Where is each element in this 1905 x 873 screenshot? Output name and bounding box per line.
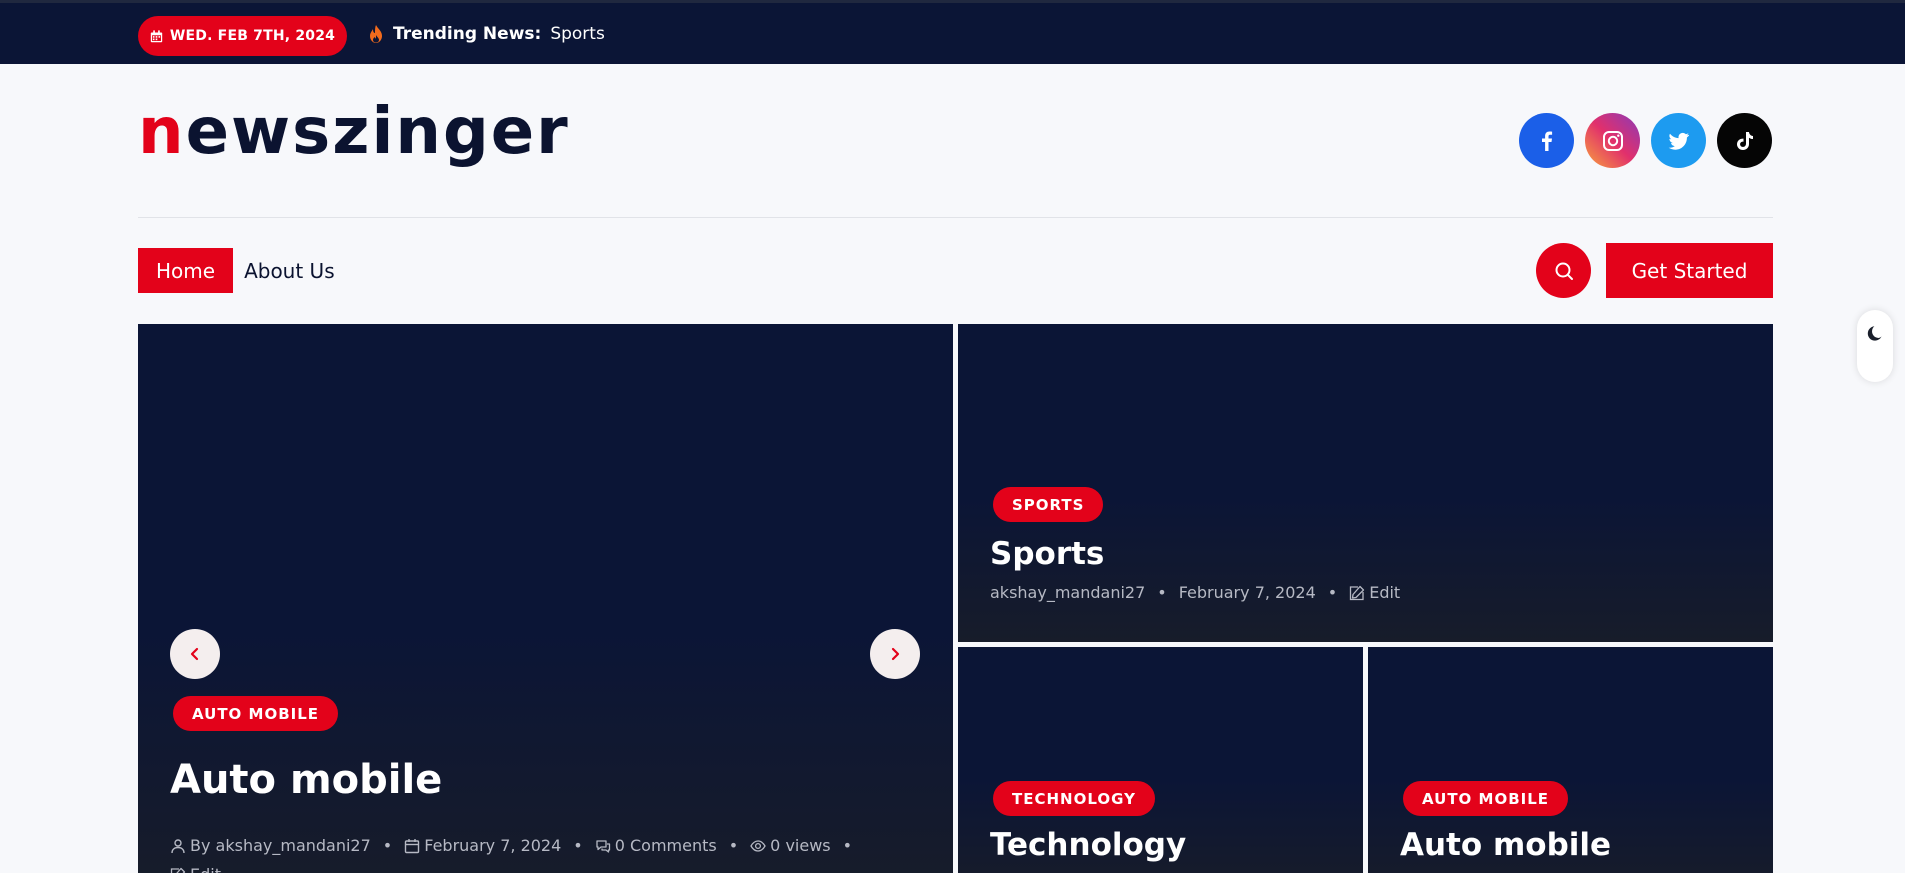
category-badge[interactable]: TECHNOLOGY [993, 781, 1155, 816]
logo-rest: ewszinger [185, 95, 570, 169]
trending-link[interactable]: Sports [550, 24, 605, 44]
instagram-icon [1602, 130, 1623, 151]
post-edit[interactable]: Edit [170, 865, 221, 873]
nav-item-home[interactable]: Home [138, 248, 234, 293]
post-comments[interactable]: 0 Comments [615, 836, 717, 855]
search-icon [1555, 262, 1573, 280]
user-icon [171, 838, 185, 853]
calendar-icon [150, 29, 163, 42]
chevron-left-icon [190, 647, 199, 661]
trending-news: Trending News: Sports [368, 20, 605, 48]
nav-item-about-us[interactable]: About Us [233, 248, 353, 293]
post-date[interactable]: February 7, 2024 [1179, 583, 1316, 602]
edit-icon [1350, 585, 1365, 600]
post-date[interactable]: February 7, 2024 [424, 836, 561, 855]
trending-label: Trending News: [393, 24, 542, 44]
edit-link[interactable]: Edit [1369, 583, 1400, 602]
header-divider [138, 217, 1773, 218]
social-links [1519, 113, 1772, 168]
fire-icon [370, 25, 382, 43]
twitter-button[interactable] [1651, 113, 1706, 168]
slider-prev-button[interactable] [170, 629, 220, 679]
facebook-icon [1541, 131, 1552, 151]
category-badge[interactable]: SPORTS [993, 487, 1104, 522]
twitter-icon [1668, 132, 1689, 150]
top-bar: WED. FEB 7TH, 2024 Trending News: Sports [0, 0, 1905, 64]
category-badge[interactable]: AUTO MOBILE [173, 696, 339, 731]
technology-post-card[interactable]: TECHNOLOGY Technology [958, 647, 1363, 873]
edit-link[interactable]: Edit [190, 865, 221, 873]
edit-icon [170, 867, 186, 873]
post-views: 0 views [770, 836, 831, 855]
tiktok-icon [1736, 131, 1753, 150]
dark-mode-toggle[interactable] [1857, 310, 1893, 382]
post-title[interactable]: Sports [990, 537, 1104, 571]
post-title[interactable]: Auto mobile [170, 758, 442, 802]
search-button[interactable] [1536, 243, 1591, 298]
date-badge: WED. FEB 7TH, 2024 [138, 16, 347, 56]
post-title[interactable]: Auto mobile [1400, 828, 1611, 862]
eye-icon [750, 839, 766, 852]
post-title[interactable]: Technology [990, 828, 1186, 862]
tiktok-button[interactable] [1717, 113, 1772, 168]
site-logo[interactable]: newszinger [138, 100, 570, 164]
calendar-icon [405, 838, 420, 853]
post-meta: akshay_mandani27 • February 7, 2024 • Ed… [990, 583, 1401, 602]
post-author[interactable]: akshay_mandani27 [990, 583, 1145, 602]
logo-first-letter: n [138, 95, 186, 169]
post-author[interactable]: By akshay_mandani27 [190, 836, 371, 855]
slider-next-button[interactable] [870, 629, 920, 679]
sports-post-card[interactable]: SPORTS Sports akshay_mandani27 • Februar… [958, 324, 1773, 642]
main-nav: Home About Us [138, 248, 353, 293]
instagram-button[interactable] [1585, 113, 1640, 168]
category-badge[interactable]: AUTO MOBILE [1403, 781, 1569, 816]
chevron-right-icon [891, 647, 900, 661]
date-text: WED. FEB 7TH, 2024 [169, 28, 336, 44]
moon-icon [1867, 326, 1882, 341]
comments-icon [596, 839, 610, 853]
automobile-post-card[interactable]: AUTO MOBILE Auto mobile [1368, 647, 1773, 873]
facebook-button[interactable] [1519, 113, 1574, 168]
featured-post-card[interactable]: AUTO MOBILE Auto mobile By akshay_mandan… [138, 324, 953, 873]
get-started-button[interactable]: Get Started [1606, 243, 1773, 298]
post-meta: By akshay_mandani27 • February 7, 2024 •… [170, 836, 864, 855]
